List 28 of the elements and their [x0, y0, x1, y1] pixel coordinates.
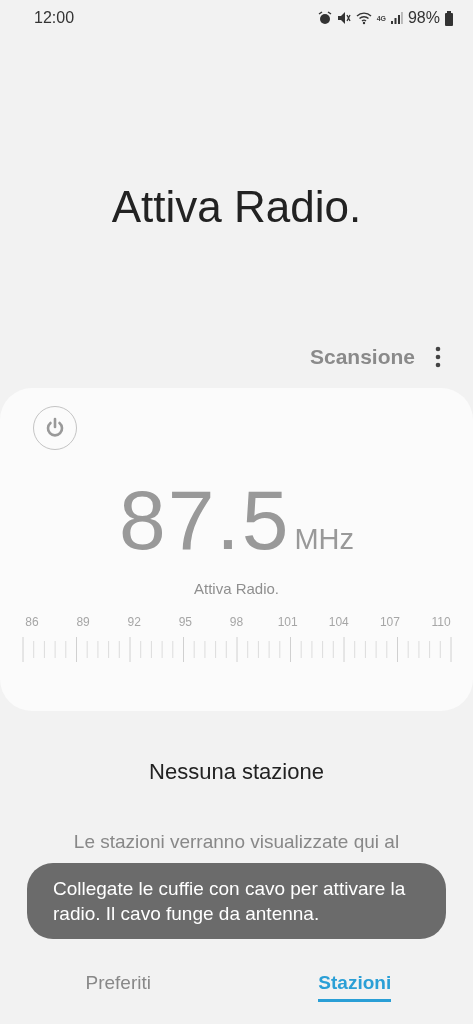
- page-title: Attiva Radio.: [110, 182, 363, 232]
- scale-label: 107: [379, 615, 400, 629]
- tab[interactable]: Stazioni: [236, 968, 473, 1006]
- battery-level: 98%: [407, 9, 440, 27]
- scale-label: 110: [431, 615, 451, 629]
- scale-label: 101: [277, 615, 298, 629]
- mute-icon: [336, 11, 351, 25]
- scale-label: 104: [328, 615, 349, 629]
- clock: 12:00: [34, 9, 76, 27]
- tuner-status: Attiva Radio.: [192, 580, 280, 597]
- toast-message: Collegate le cuffie con cavo per attivare la radio. Il cavo funge da antenna.: [27, 863, 446, 939]
- scale-label: 95: [177, 615, 194, 629]
- alarm-icon: [317, 11, 332, 25]
- empty-heading: Nessuna stazione: [148, 759, 325, 785]
- empty-hint: Le stazioni verranno visualizzate qui al: [72, 831, 401, 853]
- signal-icon: [390, 12, 403, 24]
- scale-label: 89: [75, 615, 91, 629]
- scan-button[interactable]: Scansione: [309, 345, 415, 369]
- wifi-icon: [355, 11, 372, 25]
- battery-icon: [445, 10, 453, 26]
- scale-label: 86: [24, 615, 40, 629]
- frequency-unit: MHz: [294, 523, 355, 556]
- power-icon: [44, 417, 66, 439]
- frequency-reading: 87.5: [118, 478, 291, 562]
- more-options-icon[interactable]: [435, 346, 441, 368]
- tab[interactable]: Preferiti: [0, 968, 237, 1006]
- scale-label: 92: [126, 615, 142, 629]
- scale-label: 98: [228, 615, 245, 629]
